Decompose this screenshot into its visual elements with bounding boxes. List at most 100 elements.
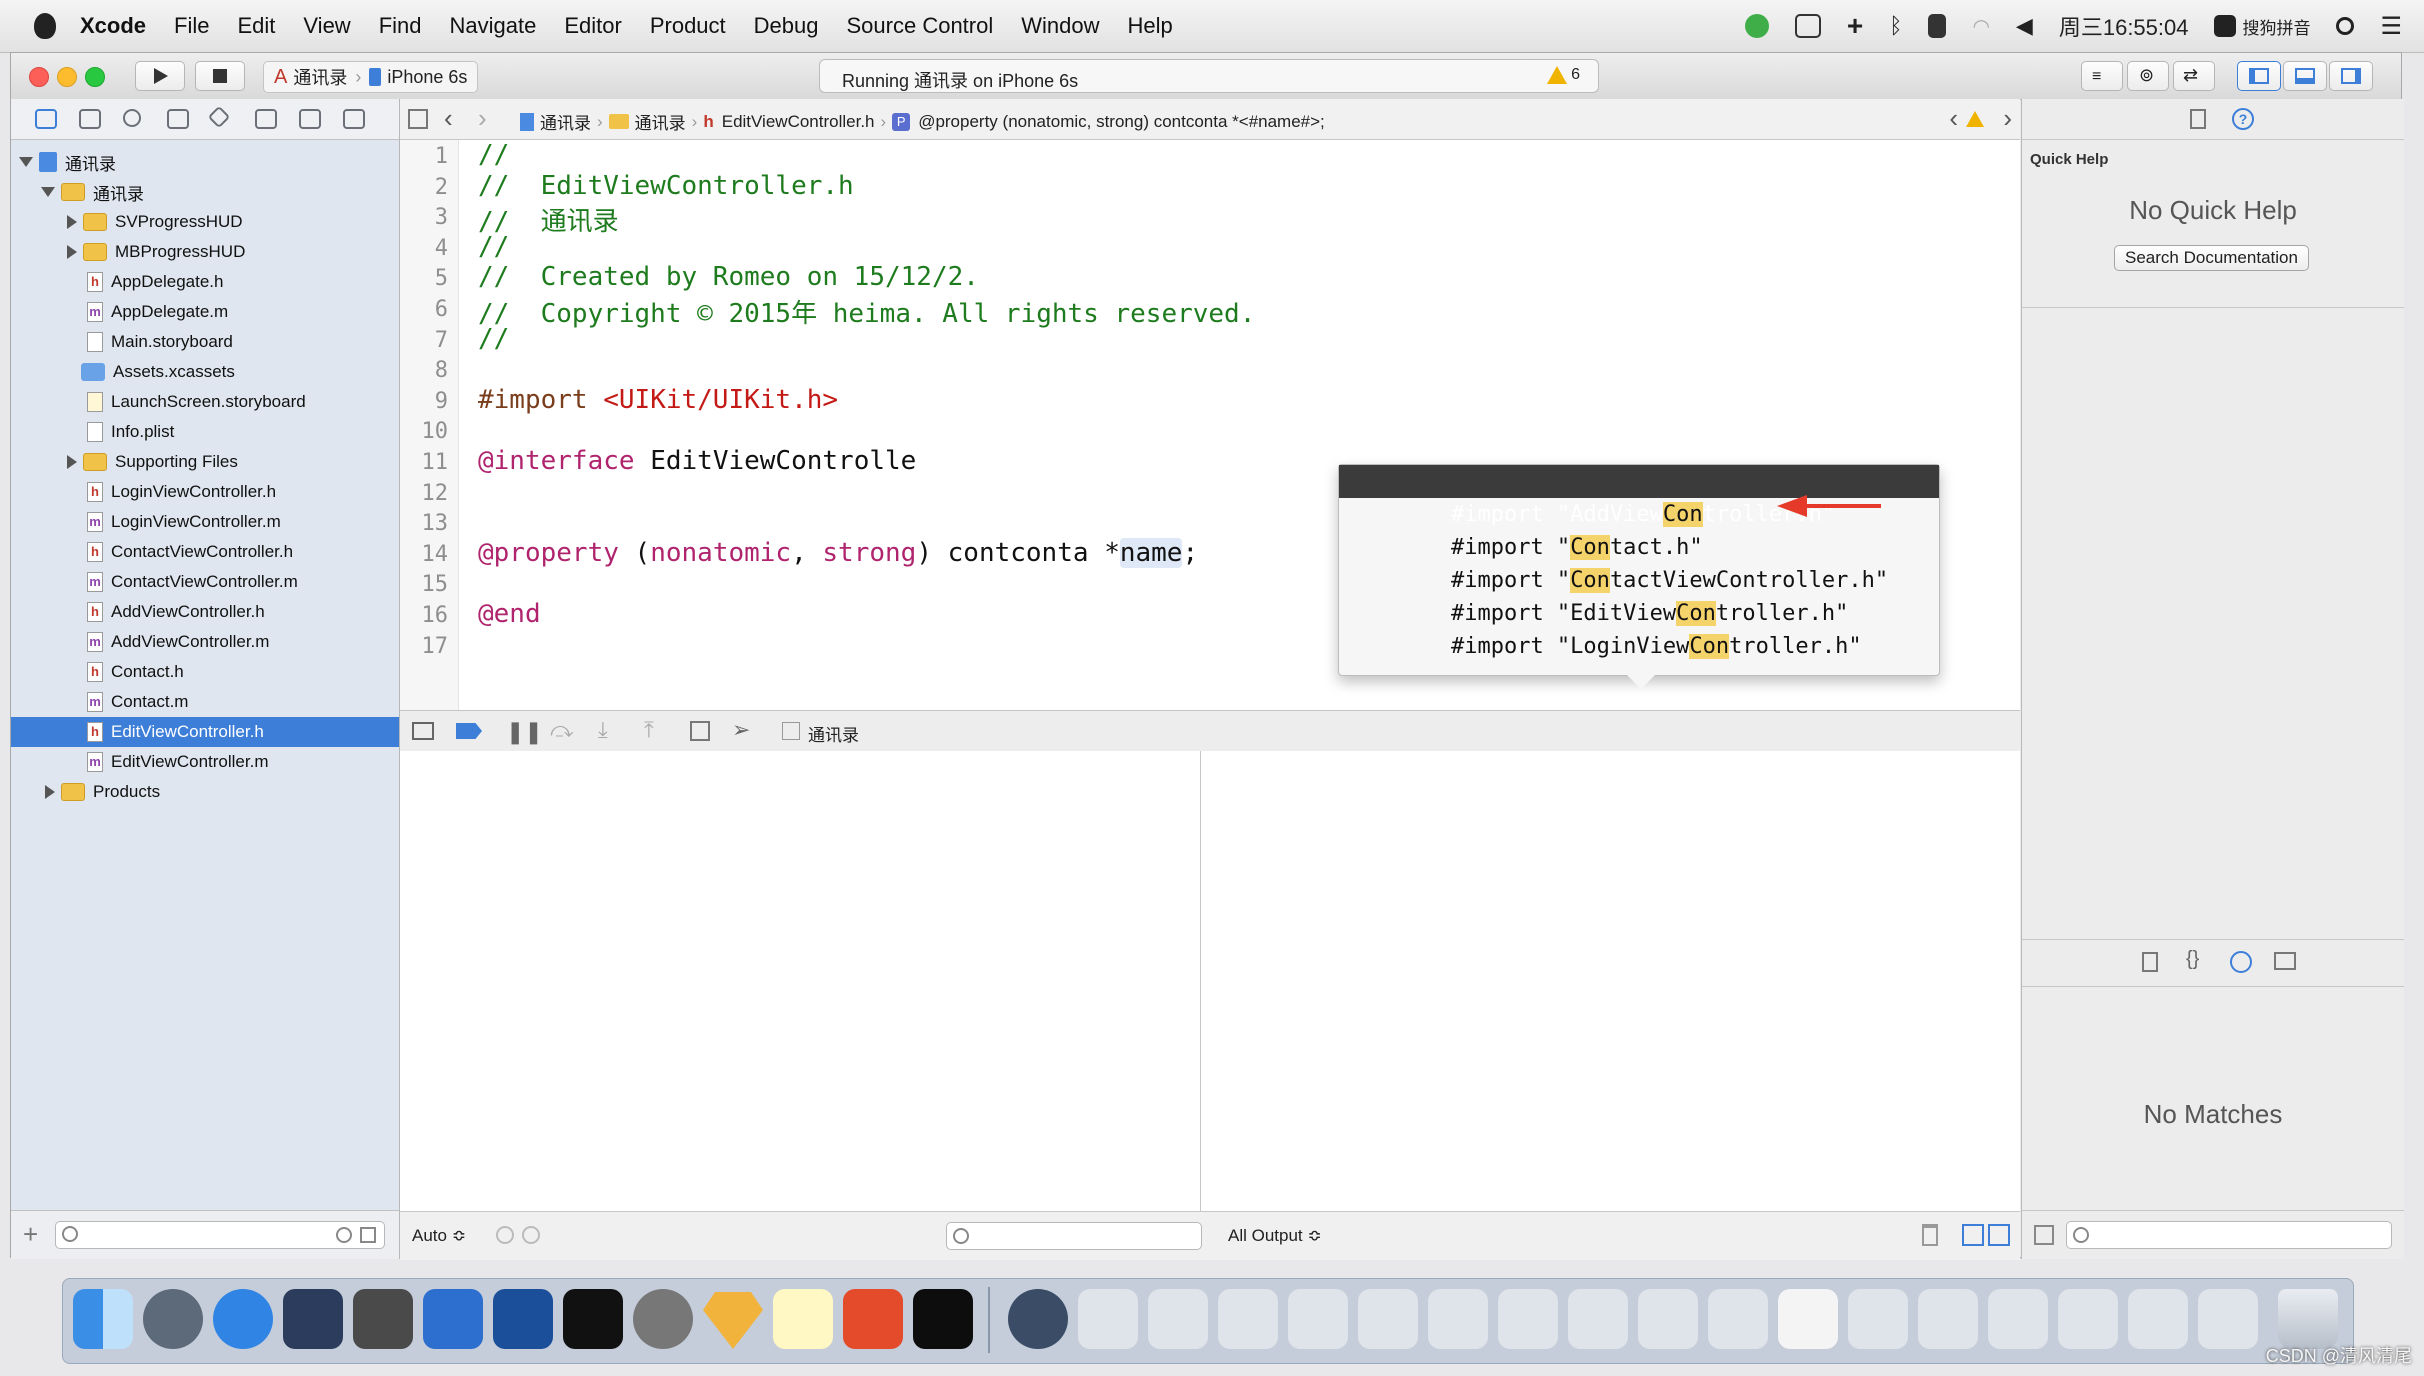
- run-button[interactable]: [135, 61, 185, 91]
- minimized-window-icon[interactable]: [1288, 1289, 1348, 1349]
- minimized-window-icon[interactable]: [1498, 1289, 1558, 1349]
- tree-item-file[interactable]: m AddViewController.m: [11, 627, 399, 657]
- split-right-icon[interactable]: [1988, 1224, 2010, 1246]
- tree-item-file[interactable]: h LoginViewController.h: [11, 477, 399, 507]
- code-line[interactable]: //: [478, 324, 509, 354]
- minimized-window-icon[interactable]: [1638, 1289, 1698, 1349]
- camera-icon[interactable]: [1794, 14, 1821, 38]
- presentation-icon[interactable]: [843, 1289, 903, 1349]
- minimized-window-icon[interactable]: [2058, 1289, 2118, 1349]
- minimized-window-icon[interactable]: [2198, 1289, 2258, 1349]
- code-line[interactable]: // Created by Romeo on 15/12/2.: [478, 262, 979, 292]
- tree-item-file[interactable]: m Contact.m: [11, 687, 399, 717]
- instruments-icon[interactable]: [493, 1289, 553, 1349]
- breadcrumb-item[interactable]: @property (nonatomic, strong) contconta …: [918, 112, 1325, 132]
- pause-icon[interactable]: ❚❚: [506, 719, 543, 745]
- terminal-icon[interactable]: [563, 1289, 623, 1349]
- code-line[interactable]: // Copyright © 2015年 heima. All rights r…: [478, 293, 1255, 330]
- launchpad-icon[interactable]: [143, 1289, 203, 1349]
- symbol-navigator-icon[interactable]: [79, 109, 101, 129]
- video-app-icon[interactable]: [353, 1289, 413, 1349]
- variables-filter-input[interactable]: [946, 1222, 1202, 1250]
- clock[interactable]: 周三16:55:04: [2059, 10, 2189, 42]
- status-green-icon[interactable]: [1744, 14, 1769, 38]
- code-line[interactable]: @end: [478, 599, 541, 629]
- menu-navigate[interactable]: Navigate: [450, 13, 537, 39]
- input-method[interactable]: 搜狗拼音: [2214, 14, 2310, 39]
- source-editor[interactable]: 1 2 3 4 5 6 7 8 9 10 11 12 13 14 15 16 17 //// EditViewC…: [400, 140, 2020, 710]
- code-line[interactable]: //: [478, 140, 509, 170]
- info-icon[interactable]: [522, 1226, 540, 1244]
- bluetooth-icon[interactable]: ᛒ: [1889, 13, 1902, 39]
- breadcrumb-item[interactable]: 通讯录: [540, 109, 591, 134]
- standard-editor-button[interactable]: ≡: [2081, 61, 2123, 91]
- debug-navigator-icon[interactable]: [255, 109, 277, 129]
- stop-button[interactable]: [195, 61, 245, 91]
- menu-find[interactable]: Find: [379, 13, 422, 39]
- breakpoint-navigator-icon[interactable]: [299, 109, 321, 129]
- next-issue-button[interactable]: ›: [2003, 103, 2012, 134]
- close-window-button[interactable]: [29, 67, 49, 87]
- step-into-icon[interactable]: ⤓: [598, 717, 608, 743]
- navigator-filter-input[interactable]: [55, 1221, 385, 1249]
- media-library-icon[interactable]: [2274, 952, 2296, 970]
- search-documentation-button[interactable]: Search Documentation: [2114, 245, 2309, 271]
- quick-help-icon[interactable]: ?: [2232, 108, 2254, 130]
- tree-item-file[interactable]: h AddViewController.h: [11, 597, 399, 627]
- add-icon[interactable]: +: [23, 1219, 38, 1250]
- tree-item-file[interactable]: m LoginViewController.m: [11, 507, 399, 537]
- step-over-icon[interactable]: ⤼: [550, 717, 574, 743]
- warning-navigator-icon[interactable]: [167, 109, 189, 129]
- minimized-window-icon[interactable]: [1778, 1289, 1838, 1349]
- tree-item-file[interactable]: h AppDelegate.h: [11, 267, 399, 297]
- console-view[interactable]: [1201, 751, 2020, 1211]
- tree-item-file[interactable]: m ContactViewController.m: [11, 567, 399, 597]
- quick-look-icon[interactable]: [496, 1226, 514, 1244]
- previous-issue-button[interactable]: ‹: [1949, 103, 1958, 134]
- mouse-app-icon[interactable]: [283, 1289, 343, 1349]
- menu-window[interactable]: Window: [1021, 13, 1099, 39]
- object-library-icon[interactable]: [2230, 951, 2252, 973]
- menu-editor[interactable]: Editor: [564, 13, 621, 39]
- minimized-window-icon[interactable]: [1918, 1289, 1978, 1349]
- step-out-icon[interactable]: ⤒: [644, 717, 654, 743]
- test-navigator-icon[interactable]: [207, 105, 231, 129]
- report-navigator-icon[interactable]: [343, 109, 365, 129]
- code-line[interactable]: #import <UIKit/UIKit.h>: [478, 385, 838, 415]
- recent-files-icon[interactable]: [336, 1227, 352, 1243]
- minimized-window-icon[interactable]: [1148, 1289, 1208, 1349]
- activity-viewer[interactable]: Running 通讯录 on iPhone 6s 6: [819, 59, 1599, 93]
- menu-edit[interactable]: Edit: [237, 13, 275, 39]
- tree-item-file[interactable]: Assets.xcassets: [11, 357, 399, 387]
- tree-item-selected-file[interactable]: h EditViewController.h: [11, 717, 399, 747]
- assistant-editor-button[interactable]: ⊚: [2127, 61, 2169, 91]
- disclosure-closed-icon[interactable]: [45, 785, 55, 799]
- plus-status-icon[interactable]: +: [1847, 10, 1863, 42]
- back-button[interactable]: ‹: [444, 103, 453, 134]
- notification-center-icon[interactable]: ☰: [2380, 12, 2402, 41]
- disclosure-closed-icon[interactable]: [67, 455, 77, 469]
- auto-selector[interactable]: Auto ≎: [412, 1226, 466, 1246]
- spotlight-icon[interactable]: [2336, 17, 2355, 35]
- disclosure-open-icon[interactable]: [19, 157, 33, 167]
- grid-view-icon[interactable]: [2034, 1225, 2054, 1245]
- line-number-gutter[interactable]: 1 2 3 4 5 6 7 8 9 10 11 12 13 14 15 16 17: [400, 140, 459, 710]
- placeholder-token[interactable]: name: [1119, 537, 1183, 568]
- output-selector[interactable]: All Output ≎: [1228, 1226, 1322, 1246]
- toggle-debug-area-button[interactable]: [2283, 61, 2327, 91]
- menu-xcode[interactable]: Xcode: [80, 13, 146, 39]
- disclosure-closed-icon[interactable]: [67, 245, 77, 259]
- minimize-window-button[interactable]: [57, 67, 77, 87]
- search-icon[interactable]: [123, 109, 141, 127]
- finder-icon[interactable]: [73, 1289, 133, 1349]
- minimized-window-icon[interactable]: [1358, 1289, 1418, 1349]
- tree-item-supporting-files[interactable]: Supporting Files: [11, 447, 399, 477]
- menu-debug[interactable]: Debug: [754, 13, 819, 39]
- trash-icon[interactable]: [1922, 1224, 1938, 1246]
- menu-view[interactable]: View: [303, 13, 350, 39]
- debug-target-label[interactable]: 通讯录: [808, 721, 859, 746]
- completion-item[interactable]: #import "EditViewController.h": [1339, 564, 1939, 626]
- split-left-icon[interactable]: [1962, 1224, 1984, 1246]
- scheme-selector[interactable]: A 通讯录 › iPhone 6s: [263, 61, 479, 93]
- breadcrumb-item[interactable]: EditViewController.h: [722, 112, 875, 132]
